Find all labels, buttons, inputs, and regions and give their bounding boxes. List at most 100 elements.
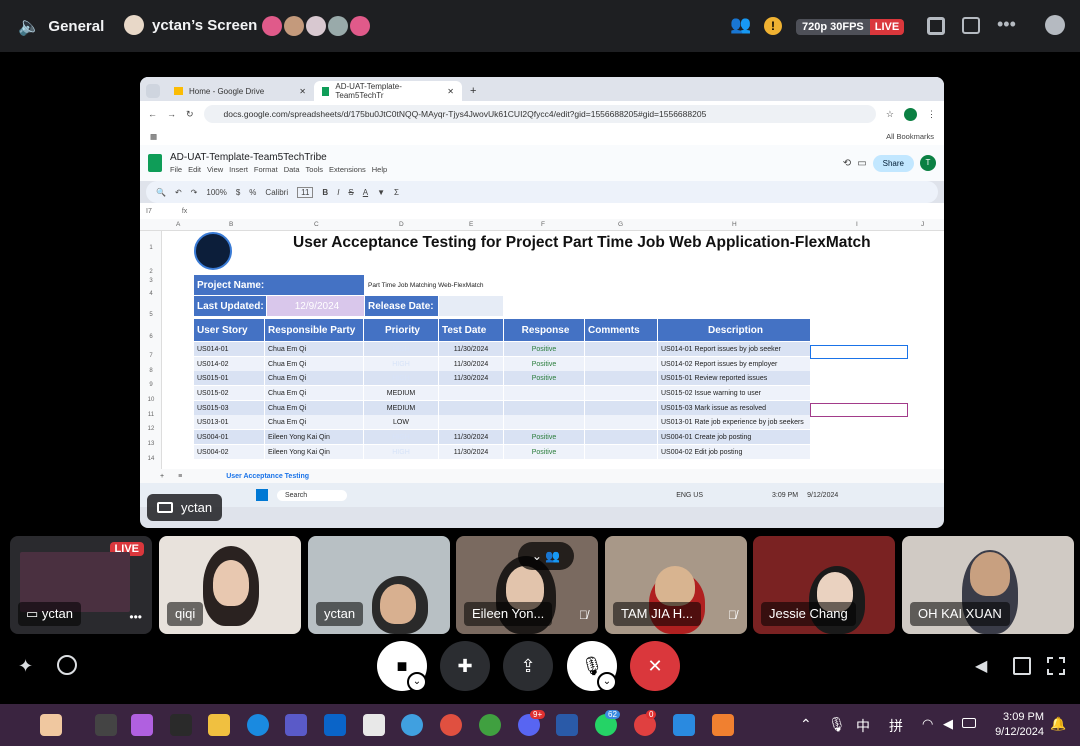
mic-options-icon[interactable]: ⌄: [597, 672, 617, 692]
more-options-icon[interactable]: •••: [997, 14, 1016, 35]
description-cell[interactable]: US004-02 Edit job posting: [658, 445, 810, 459]
menu-data[interactable]: Data: [284, 165, 300, 174]
doc-title[interactable]: AD-UAT-Template-Team5TechTribe: [170, 152, 387, 163]
header-description[interactable]: Description: [658, 319, 810, 341]
header-comments[interactable]: Comments: [585, 319, 657, 341]
responsible-party-cell[interactable]: Chua Em Qi: [265, 342, 363, 356]
back-icon[interactable]: ←: [148, 109, 157, 119]
participant-tile[interactable]: ⌄ 👥 Eileen Yon... 🎙̸: [456, 536, 598, 634]
apps-icon[interactable]: ▦: [150, 132, 157, 141]
response-cell[interactable]: [504, 386, 584, 400]
test-date-cell[interactable]: 11/30/2024: [439, 342, 503, 356]
strikethrough-icon[interactable]: S: [348, 188, 353, 197]
share-screen-button[interactable]: ⇪: [503, 641, 553, 691]
italic-icon[interactable]: I: [337, 188, 339, 197]
response-cell[interactable]: Positive: [504, 445, 584, 459]
tray-chevron-icon[interactable]: ⌃: [800, 716, 812, 733]
search-icon[interactable]: 🔍: [156, 188, 166, 197]
menu-extensions[interactable]: Extensions: [329, 165, 366, 174]
comments-cell[interactable]: [585, 357, 657, 371]
tab-google-drive[interactable]: Home - Google Drive ✕: [166, 81, 314, 101]
selected-cell[interactable]: [810, 345, 908, 359]
response-cell[interactable]: Positive: [504, 371, 584, 385]
user-story-cell[interactable]: US004-02: [194, 445, 264, 459]
comments-cell[interactable]: [585, 445, 657, 459]
priority-cell[interactable]: LOW: [364, 415, 438, 429]
test-date-cell[interactable]: [439, 415, 503, 429]
comments-cell[interactable]: [585, 415, 657, 429]
header-response[interactable]: Response: [504, 319, 584, 341]
edge-icon[interactable]: [247, 714, 269, 736]
priority-cell[interactable]: HIGH: [364, 430, 438, 444]
warning-icon[interactable]: !: [764, 17, 782, 35]
header-user-story[interactable]: User Story: [194, 319, 264, 341]
col-header[interactable]: A: [176, 221, 180, 228]
add-friend-icon[interactable]: 👥: [730, 15, 751, 35]
viewer-avatars[interactable]: [262, 16, 370, 36]
dev-icon[interactable]: [170, 714, 192, 736]
menu-format[interactable]: Format: [254, 165, 278, 174]
release-date-label[interactable]: Release Date:: [365, 296, 438, 316]
sheet-tab-uat[interactable]: User Acceptance Testing: [226, 473, 309, 480]
percent-icon[interactable]: %: [249, 188, 256, 197]
sheets-logo-icon[interactable]: [148, 154, 162, 172]
popout-icon[interactable]: [1013, 657, 1031, 675]
taskbar-search[interactable]: Search: [277, 489, 348, 501]
vscode-icon[interactable]: [673, 714, 695, 736]
file-explorer-icon[interactable]: [208, 714, 230, 736]
response-cell[interactable]: Positive: [504, 342, 584, 356]
description-cell[interactable]: US015-03 Mark issue as resolved: [658, 401, 810, 415]
header-test-date[interactable]: Test Date: [439, 319, 503, 341]
response-cell[interactable]: Positive: [504, 430, 584, 444]
test-date-cell[interactable]: 11/30/2024: [439, 445, 503, 459]
col-header[interactable]: F: [541, 221, 545, 228]
url-field[interactable]: docs.google.com/spreadsheets/d/175bu0JtC…: [203, 105, 876, 123]
col-header[interactable]: G: [618, 221, 623, 228]
user-story-cell[interactable]: US014-02: [194, 357, 264, 371]
user-story-cell[interactable]: US015-01: [194, 371, 264, 385]
col-header[interactable]: B: [229, 221, 233, 228]
priority-cell[interactable]: HIGH: [364, 371, 438, 385]
word-icon[interactable]: [556, 714, 578, 736]
more-options-icon[interactable]: •••: [129, 610, 142, 624]
battery-icon[interactable]: [962, 718, 976, 728]
close-icon[interactable]: ✕: [299, 87, 306, 96]
description-cell[interactable]: US015-01 Review reported issues: [658, 371, 810, 385]
copilot-icon[interactable]: [131, 714, 153, 736]
ime-mode[interactable]: 中: [856, 716, 870, 736]
comments-cell[interactable]: [585, 430, 657, 444]
activities-icon[interactable]: ✦: [18, 656, 33, 677]
teams-icon[interactable]: [285, 714, 307, 736]
responsible-party-cell[interactable]: Chua Em Qi: [265, 357, 363, 371]
text-color-icon[interactable]: A: [363, 188, 368, 197]
participant-tile[interactable]: TAM JIA H... 🎙̸: [605, 536, 747, 634]
col-header[interactable]: H: [732, 221, 737, 228]
expand-participants-button[interactable]: ⌄ 👥: [518, 542, 574, 570]
user-story-cell[interactable]: US004-01: [194, 430, 264, 444]
responsible-party-cell[interactable]: Eileen Yong Kai Qin: [265, 430, 363, 444]
wifi-icon[interactable]: ◠: [922, 716, 933, 732]
popout-icon[interactable]: [962, 17, 980, 34]
participant-tile[interactable]: qiqi: [159, 536, 301, 634]
priority-cell[interactable]: HIGH: [364, 357, 438, 371]
header-responsible-party[interactable]: Responsible Party: [265, 319, 363, 341]
camera-options-icon[interactable]: ⌄: [407, 672, 427, 692]
responsible-party-cell[interactable]: Chua Em Qi: [265, 386, 363, 400]
last-updated-label[interactable]: Last Updated:: [194, 296, 266, 316]
responsible-party-cell[interactable]: Chua Em Qi: [265, 415, 363, 429]
widgets-icon[interactable]: [40, 714, 62, 736]
description-cell[interactable]: US004-01 Create job posting: [658, 430, 810, 444]
menu-file[interactable]: File: [170, 165, 182, 174]
comments-cell[interactable]: [585, 386, 657, 400]
test-date-cell[interactable]: 11/30/2024: [439, 357, 503, 371]
add-sheet-icon[interactable]: +: [160, 473, 164, 480]
description-cell[interactable]: US014-01 Report issues by job seeker: [658, 342, 810, 356]
test-date-cell[interactable]: [439, 386, 503, 400]
last-updated-value[interactable]: 12/9/2024: [267, 296, 364, 316]
forward-icon[interactable]: →: [167, 109, 176, 119]
comments-cell[interactable]: [585, 371, 657, 385]
undo-icon[interactable]: ↶: [175, 188, 182, 197]
test-date-cell[interactable]: [439, 401, 503, 415]
col-header[interactable]: C: [314, 221, 319, 228]
profile-icon[interactable]: [904, 107, 917, 121]
